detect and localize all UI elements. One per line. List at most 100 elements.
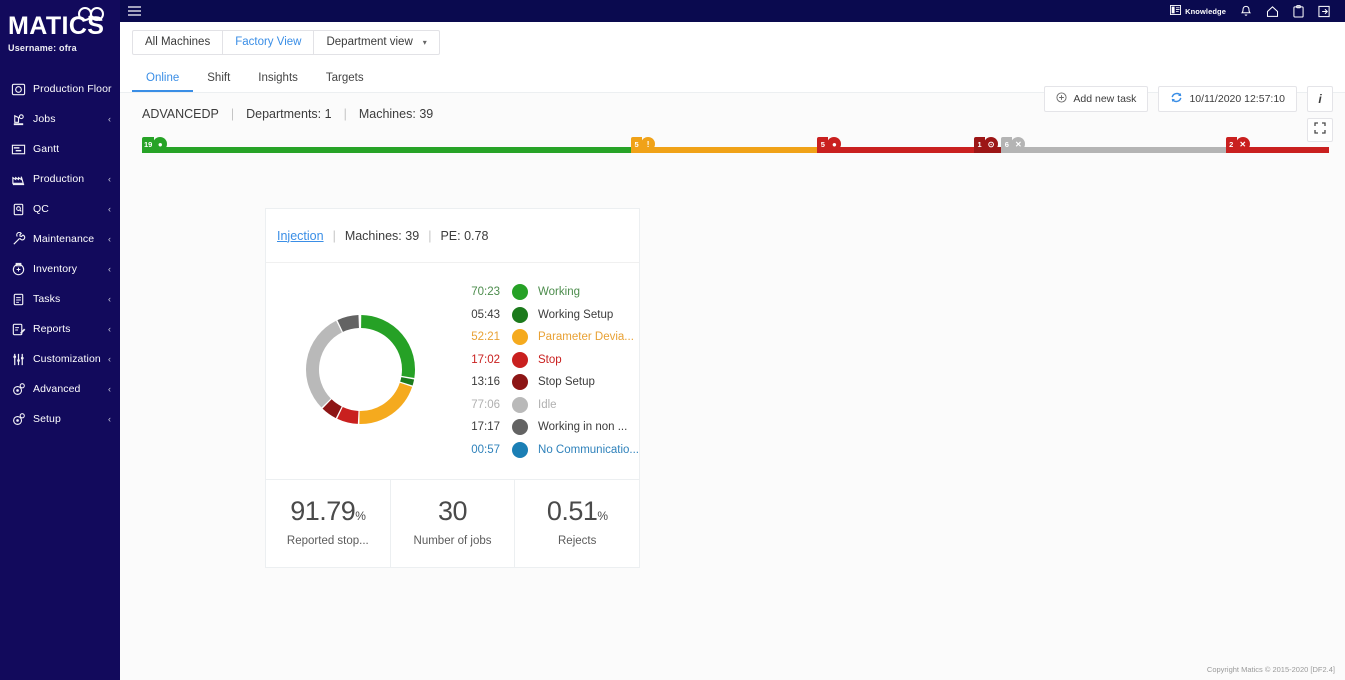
legend-color-dot	[512, 419, 529, 436]
legend-color-dot	[512, 396, 529, 413]
stat-number-of-jobs: 30 Number of jobs	[389, 480, 515, 567]
refresh-timestamp-button[interactable]: 10/11/2020 12:57:10	[1158, 86, 1297, 112]
status-badge-icon: ✕	[1011, 137, 1026, 151]
status-badge-icon: ●	[153, 137, 168, 151]
card-machines-value: 39	[405, 228, 420, 243]
brand-username: Username: ofra	[8, 43, 77, 53]
sidebar: MATICS Username: ofra Production Floor J…	[0, 0, 120, 680]
donut-chart[interactable]	[266, 277, 454, 461]
status-badge-parameter-dev[interactable]: 5!	[631, 137, 656, 151]
sidebar-item-gantt[interactable]: Gantt	[0, 134, 120, 164]
sidebar-item-label: Tasks	[33, 293, 61, 305]
departments-label: Departments:	[246, 107, 322, 121]
status-badge-icon: ✕	[1235, 137, 1250, 151]
production-floor-icon	[10, 81, 26, 97]
sidebar-item-inventory[interactable]: Inventory ‹	[0, 254, 120, 284]
legend-value: 52:21	[471, 331, 501, 344]
stat-label: Reported stop...	[286, 535, 369, 547]
stat-value: 30	[391, 496, 515, 527]
sidebar-item-advanced[interactable]: Advanced ‹	[0, 374, 120, 404]
sidebar-item-label: Jobs	[33, 113, 56, 125]
status-badge-working[interactable]: 19 ●	[142, 137, 168, 151]
status-badge-no-comm[interactable]: 2 ✕	[1225, 137, 1250, 151]
donut-slice-workingsetup[interactable]	[399, 376, 414, 385]
knowledge-button[interactable]: Knowledge	[1170, 2, 1226, 20]
tab-targets[interactable]: Targets	[312, 72, 378, 92]
legend-row[interactable]: 52:21 Parameter Devia...	[454, 326, 639, 349]
sidebar-item-setup[interactable]: Setup ‹	[0, 404, 120, 434]
legend-label: Working in non ...	[538, 421, 628, 434]
sidebar-item-reports[interactable]: Reports ‹	[0, 314, 120, 344]
stat-unit: %	[597, 509, 608, 523]
card-header: Injection | Machines: 39 | PE: 0.78	[266, 209, 639, 263]
home-icon[interactable]	[1266, 5, 1279, 18]
tab-insights[interactable]: Insights	[244, 72, 312, 92]
add-new-task-label: Add new task	[1073, 93, 1137, 105]
status-badge-icon: ●	[827, 137, 842, 151]
view-segmented-control: All Machines Factory View Department vie…	[132, 29, 440, 55]
view-factory-view[interactable]: Factory View	[222, 30, 313, 54]
add-new-task-button[interactable]: Add new task	[1044, 86, 1149, 112]
chevron-icon: ‹	[108, 234, 111, 244]
card-body: 70:23 Working 05:43 Working Setup 52:21 Param…	[266, 263, 639, 479]
sidebar-item-label: Advanced	[33, 383, 81, 395]
hamburger-menu-icon[interactable]	[128, 5, 150, 18]
donut-slice-idle[interactable]	[305, 320, 342, 408]
sidebar-item-jobs[interactable]: Jobs ‹	[0, 104, 120, 134]
donut-slice-stopsetup[interactable]	[322, 398, 342, 418]
breadcrumb-separator: |	[230, 107, 235, 121]
stat-label: Rejects	[558, 535, 597, 547]
tab-targets-label: Targets	[325, 72, 364, 84]
sidebar-item-tasks[interactable]: Tasks ‹	[0, 284, 120, 314]
brand-block: MATICS Username: ofra	[0, 0, 120, 64]
app-root: MATICS Username: ofra Production Floor J…	[0, 0, 1345, 680]
sidebar-item-qc[interactable]: QC ‹	[0, 194, 120, 224]
breadcrumb-separator: |	[343, 107, 347, 121]
card-separator: |	[332, 228, 336, 243]
chevron-icon: ‹	[108, 354, 111, 364]
legend-label: Idle	[538, 398, 557, 411]
clipboard-icon[interactable]	[1293, 4, 1304, 18]
book-icon	[1170, 2, 1182, 20]
legend-row[interactable]: 17:02 Stop	[454, 349, 639, 372]
donut-slice-parameterdevia[interactable]	[358, 381, 412, 424]
status-badge-idle[interactable]: 6 ✕	[1001, 137, 1026, 151]
customization-icon	[10, 351, 26, 367]
sidebar-item-production-floor[interactable]: Production Floor	[0, 74, 120, 104]
status-badge-stop-setup[interactable]: 1 ⊙	[974, 137, 999, 151]
tab-shift-label: Shift	[207, 72, 231, 84]
legend-row[interactable]: 05:43 Working Setup	[454, 304, 639, 327]
donut-slice-workinginnon[interactable]	[336, 314, 359, 332]
legend-row[interactable]: 00:57 No Communicatio...	[454, 439, 639, 462]
legend-color-dot	[512, 284, 529, 301]
top-bar-right-group: Knowledge	[1170, 2, 1345, 20]
sidebar-item-maintenance[interactable]: Maintenance ‹	[0, 224, 120, 254]
legend-row[interactable]: 70:23 Working	[454, 281, 639, 304]
legend-row[interactable]: 77:06 Idle	[454, 394, 639, 417]
legend-color-dot	[512, 351, 529, 368]
card-separator: |	[428, 228, 432, 243]
legend-row[interactable]: 13:16 Stop Setup	[454, 371, 639, 394]
donut-slice-working[interactable]	[360, 314, 415, 378]
bell-icon[interactable]	[1240, 5, 1252, 18]
legend-color-dot	[512, 329, 529, 346]
legend-value: 17:17	[471, 421, 501, 434]
sidebar-item-production[interactable]: Production ‹	[0, 164, 120, 194]
department-link[interactable]: Injection	[277, 229, 324, 243]
tab-online[interactable]: Online	[132, 72, 194, 92]
footer-copyright: Copyright Matics © 2015-2020 [DF2.4]	[1206, 665, 1335, 674]
sidebar-item-customization[interactable]: Customization ‹	[0, 344, 120, 374]
knowledge-label: Knowledge	[1185, 6, 1226, 16]
donut-slice-stop[interactable]	[336, 406, 359, 424]
view-all-machines[interactable]: All Machines	[133, 31, 222, 54]
legend-row[interactable]: 17:17 Working in non ...	[454, 416, 639, 439]
status-badge-stop[interactable]: 5 ●	[817, 137, 842, 151]
legend-value: 77:06	[471, 398, 501, 411]
view-department-view[interactable]: Department view ▾	[313, 30, 438, 54]
stat-label: Number of jobs	[413, 535, 492, 547]
legend-label: Working	[538, 286, 580, 299]
logout-icon[interactable]	[1318, 5, 1331, 18]
status-badge-icon: ⊙	[984, 137, 999, 151]
info-button[interactable]: i	[1307, 86, 1333, 112]
tab-shift[interactable]: Shift	[193, 72, 244, 92]
